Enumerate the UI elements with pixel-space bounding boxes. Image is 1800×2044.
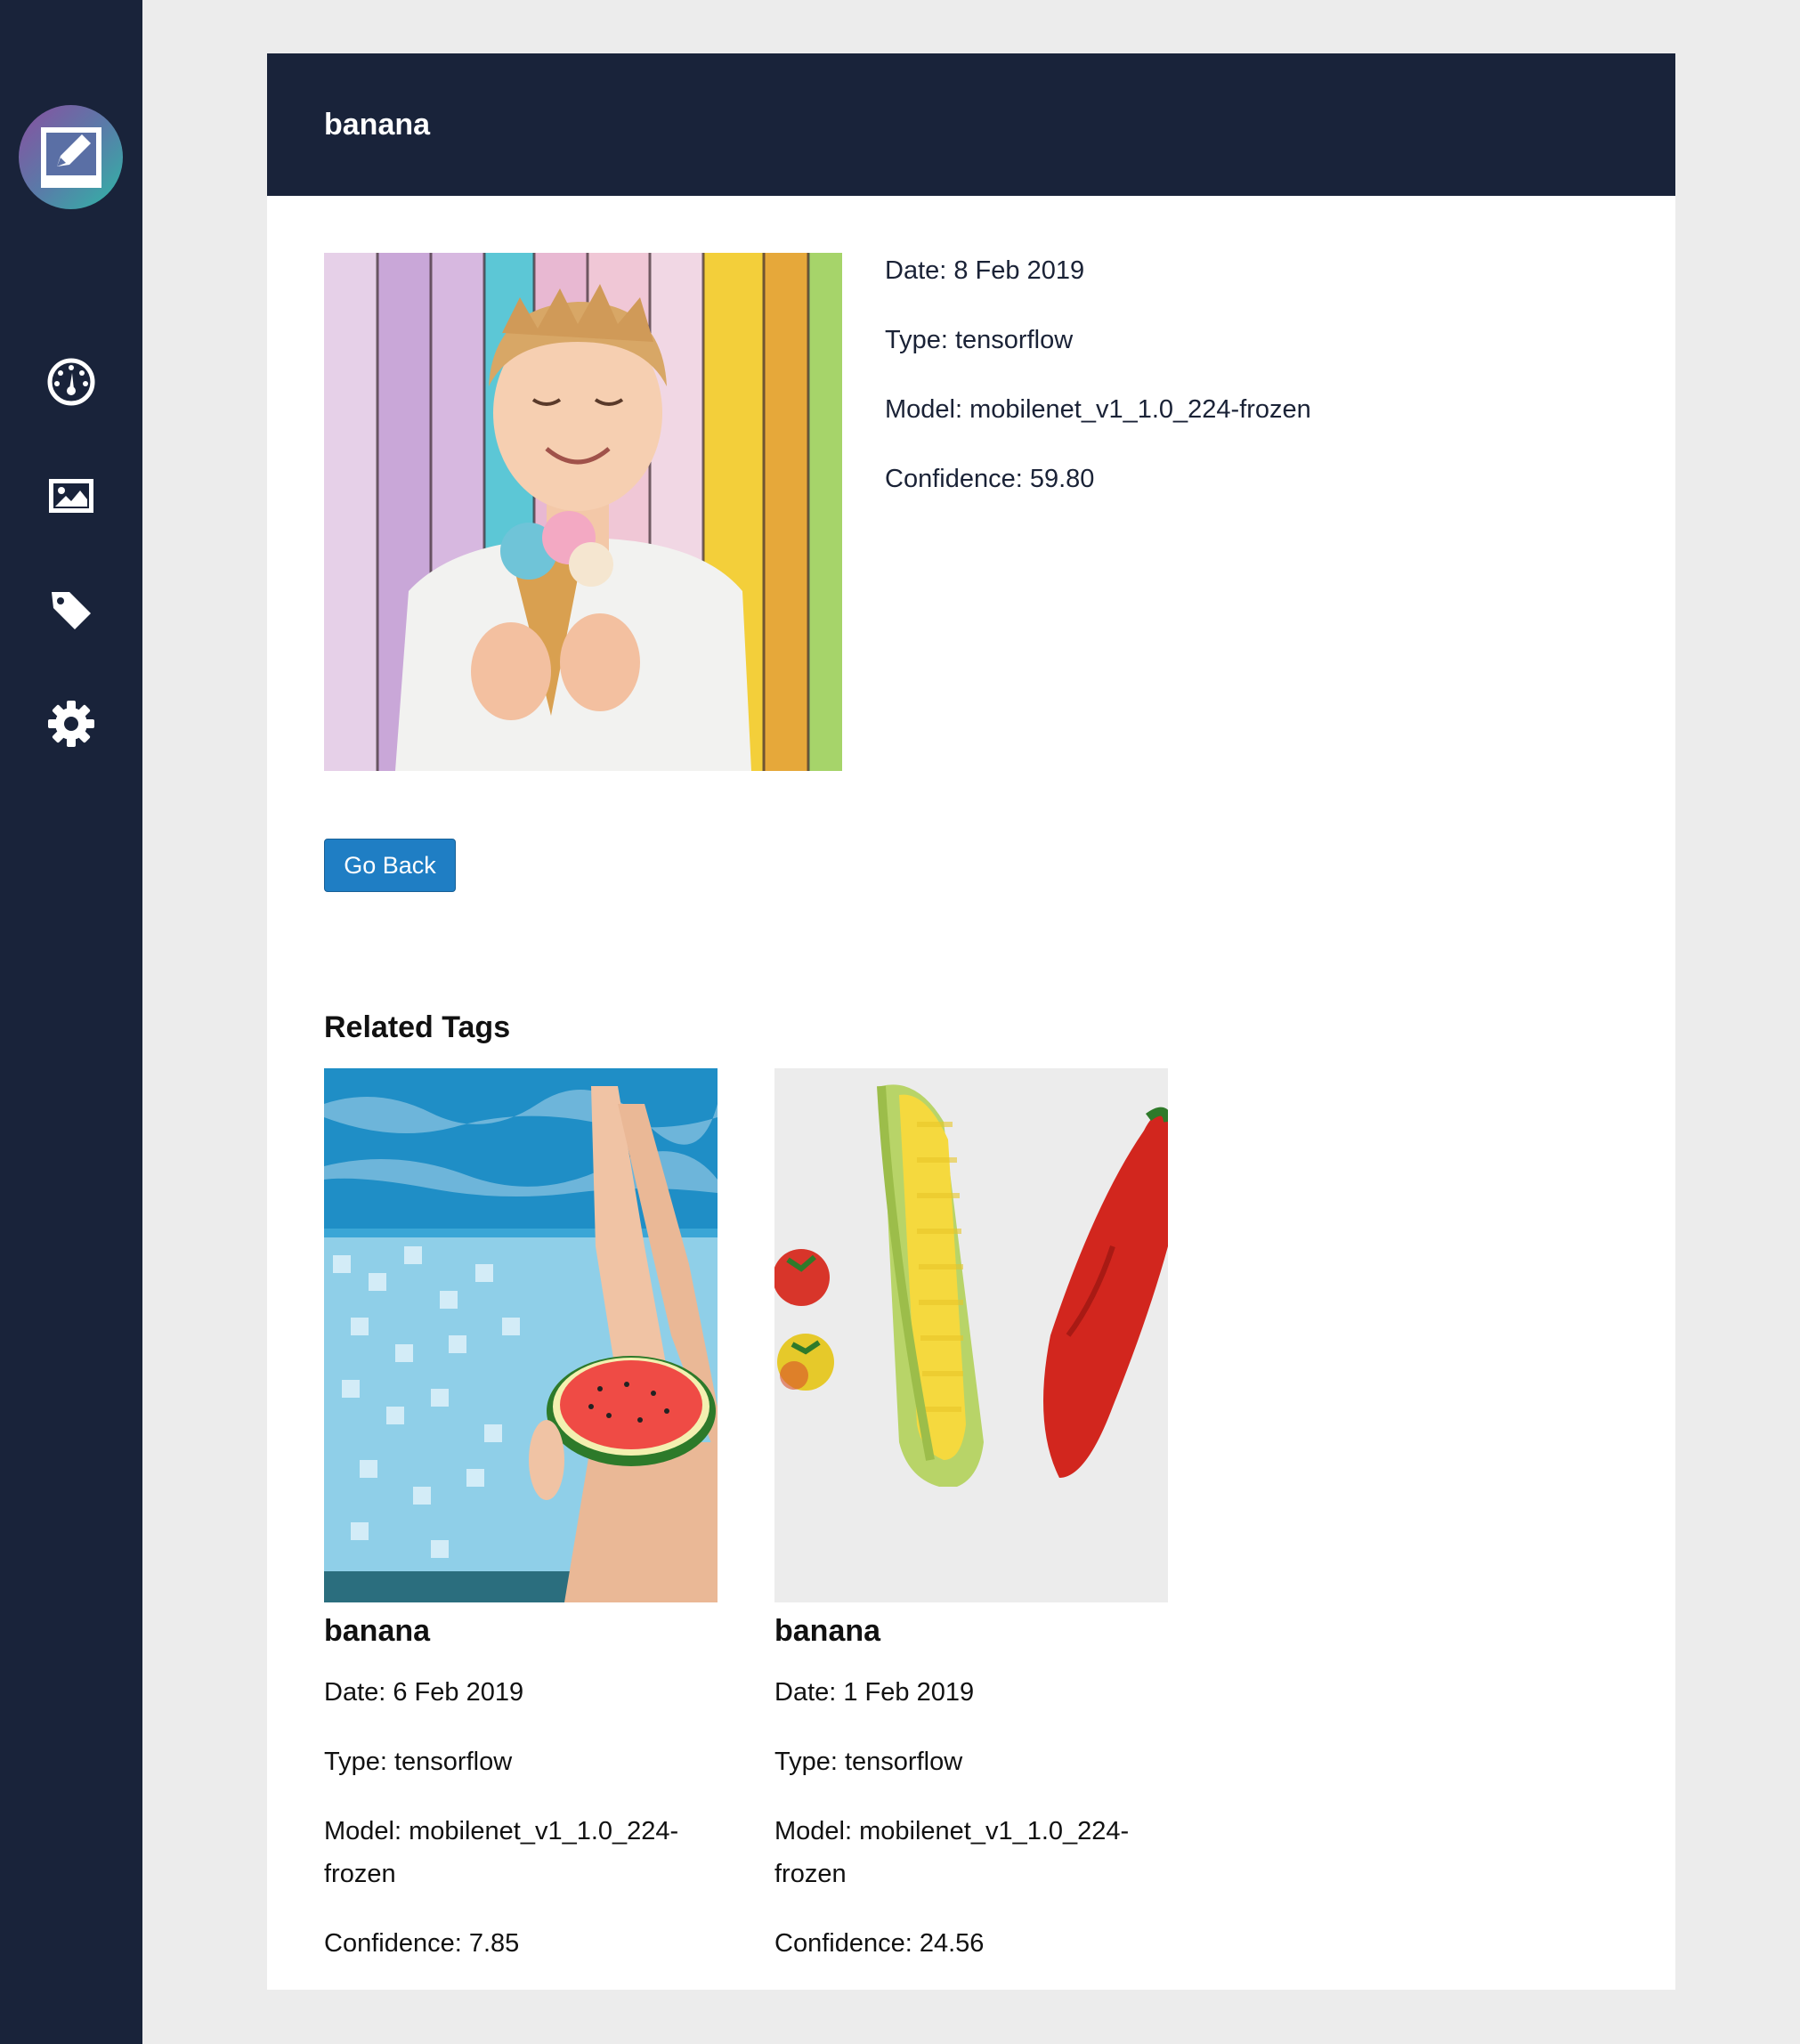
related-tag-name[interactable]: banana xyxy=(774,1610,880,1652)
related-date: Date: 6 Feb 2019 xyxy=(324,1678,524,1707)
related-confidence: Confidence: 24.56 xyxy=(774,1929,985,1958)
go-back-button[interactable]: Go Back xyxy=(324,839,456,892)
sidebar-item-tags[interactable] xyxy=(36,574,107,645)
related-model: Model: mobilenet_v1_1.0_224-frozen xyxy=(774,1810,1168,1895)
main-photo-boy-ice-cream xyxy=(324,253,842,771)
related-model-line-1: Model: mobilenet_v1_1.0_224- xyxy=(774,1817,1130,1845)
detail-type: Type: tensorflow xyxy=(885,326,1074,354)
related-type: Type: tensorflow xyxy=(324,1748,513,1776)
related-photo-watermelon-pool[interactable] xyxy=(324,1068,718,1602)
related-type: Type: tensorflow xyxy=(774,1748,963,1776)
detail-model: Model: mobilenet_v1_1.0_224-frozen xyxy=(885,395,1311,424)
related-model: Model: mobilenet_v1_1.0_224-frozen xyxy=(324,1810,718,1895)
tag-icon xyxy=(52,592,91,629)
related-tag-name[interactable]: banana xyxy=(324,1610,430,1652)
related-photo-corn-pepper[interactable] xyxy=(774,1068,1168,1602)
related-tag-metadata: Date: 1 Feb 2019 Type: tensorflow Model:… xyxy=(774,1671,1168,1991)
page-title: banana xyxy=(324,108,431,142)
detail-date: Date: 8 Feb 2019 xyxy=(885,256,1085,285)
related-date: Date: 1 Feb 2019 xyxy=(774,1678,975,1707)
sidebar xyxy=(0,0,142,2044)
image-icon xyxy=(49,479,93,513)
app-logo[interactable] xyxy=(19,105,123,209)
related-confidence: Confidence: 7.85 xyxy=(324,1929,520,1958)
sidebar-item-images[interactable] xyxy=(36,460,107,531)
sidebar-item-settings[interactable] xyxy=(36,688,107,759)
detail-metadata: Date: 8 Feb 2019 Type: tensorflow Model:… xyxy=(885,253,1311,531)
detail-card: banana Date: 8 Feb 2019 Type: tensorflow… xyxy=(267,53,1675,1990)
related-tags-heading: Related Tags xyxy=(324,1010,511,1044)
dashboard-gauge-icon xyxy=(47,358,95,406)
detail-confidence: Confidence: 59.80 xyxy=(885,465,1095,493)
card-header: banana xyxy=(267,53,1675,196)
sidebar-item-dashboard[interactable] xyxy=(36,346,107,418)
related-model-line-2: frozen xyxy=(324,1860,396,1888)
related-model-line-1: Model: mobilenet_v1_1.0_224- xyxy=(324,1817,679,1845)
related-model-line-2: frozen xyxy=(774,1860,847,1888)
related-tag-metadata: Date: 6 Feb 2019 Type: tensorflow Model:… xyxy=(324,1671,718,1991)
image-edit-logo-icon xyxy=(40,126,101,188)
gear-icon xyxy=(48,701,94,747)
